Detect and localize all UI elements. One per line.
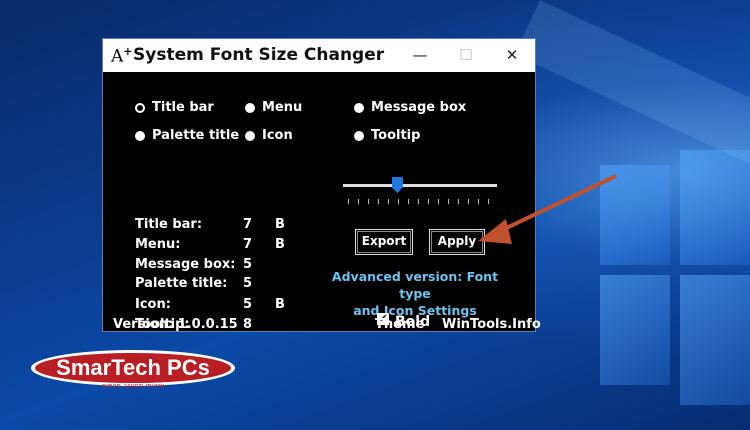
arrow-head — [478, 219, 512, 244]
logo-text: SmarTech PCs — [56, 355, 210, 380]
logo-subtitle: שירותי מחשוב חכמים — [102, 382, 165, 390]
watermark-logo: SmarTech PCs שירותי מחשוב חכמים — [28, 348, 238, 390]
logo-badge: SmarTech PCs שירותי מחשוב חכמים — [31, 350, 235, 390]
arrow-shaft — [497, 174, 617, 234]
